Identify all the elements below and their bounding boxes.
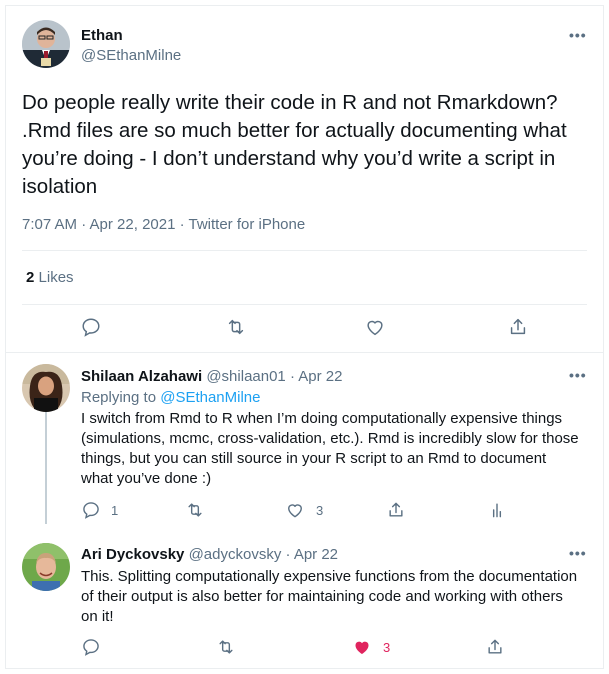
reply-author-name[interactable]: Shilaan Alzahawi [81,368,202,385]
analytics-icon[interactable] [487,500,507,520]
reply-count: 1 [111,503,119,518]
avatar-ethan[interactable] [22,20,70,68]
reply-author-handle[interactable]: @adyckovsky · Apr 22 [189,546,338,563]
reply-author-handle[interactable]: @shilaan01 · Apr 22 [206,368,342,385]
like-icon-active[interactable] [352,637,372,657]
likes-count[interactable]: 2 Likes [26,269,74,286]
tweet-timestamp[interactable]: 7:07 AM · Apr 22, 2021 · Twitter for iPh… [22,216,305,233]
reply-text: This. Splitting computationally expensiv… [81,568,578,625]
reply-author-name[interactable]: Ari Dyckovsky [81,546,184,563]
like-count: 3 [383,640,391,655]
reply-icon[interactable] [80,316,102,338]
likes-label: Likes [38,269,74,286]
share-icon[interactable] [507,316,529,338]
retweet-icon[interactable] [216,637,236,657]
thread-line [45,412,47,524]
avatar-ethan-image [22,20,70,68]
retweet-icon[interactable] [225,316,247,338]
replying-to: Replying to @SEthanMilne [81,389,261,406]
replying-to-prefix: Replying to [81,389,161,406]
author-name[interactable]: Ethan [81,27,123,44]
more-icon[interactable]: ••• [569,367,587,383]
tweet-text: Do people really write their code in R a… [22,91,567,198]
divider [22,304,587,305]
retweet-icon[interactable] [185,500,205,520]
avatar-shilaan[interactable] [22,364,70,412]
avatar-ari-image [22,543,70,591]
reply-header: Shilaan Alzahawi @shilaan01 · Apr 22 [81,368,342,385]
reply-header: Ari Dyckovsky @adyckovsky · Apr 22 [81,546,338,563]
like-icon[interactable] [285,500,305,520]
avatar-ari[interactable] [22,543,70,591]
more-icon[interactable]: ••• [569,27,587,43]
share-icon[interactable] [386,500,406,520]
replying-to-link[interactable]: @SEthanMilne [160,389,260,406]
share-icon[interactable] [485,637,505,657]
like-icon[interactable] [364,316,386,338]
reply-icon[interactable] [81,637,101,657]
section-divider [5,352,604,353]
reply-icon[interactable] [81,500,101,520]
like-count: 3 [316,503,324,518]
divider [22,250,587,251]
reply-text: I switch from Rmd to R when I’m doing co… [81,410,579,487]
likes-number: 2 [26,269,35,286]
bottom-border [5,668,604,669]
author-handle[interactable]: @SEthanMilne [81,47,181,64]
more-icon[interactable]: ••• [569,545,587,561]
avatar-shilaan-image [22,364,70,412]
